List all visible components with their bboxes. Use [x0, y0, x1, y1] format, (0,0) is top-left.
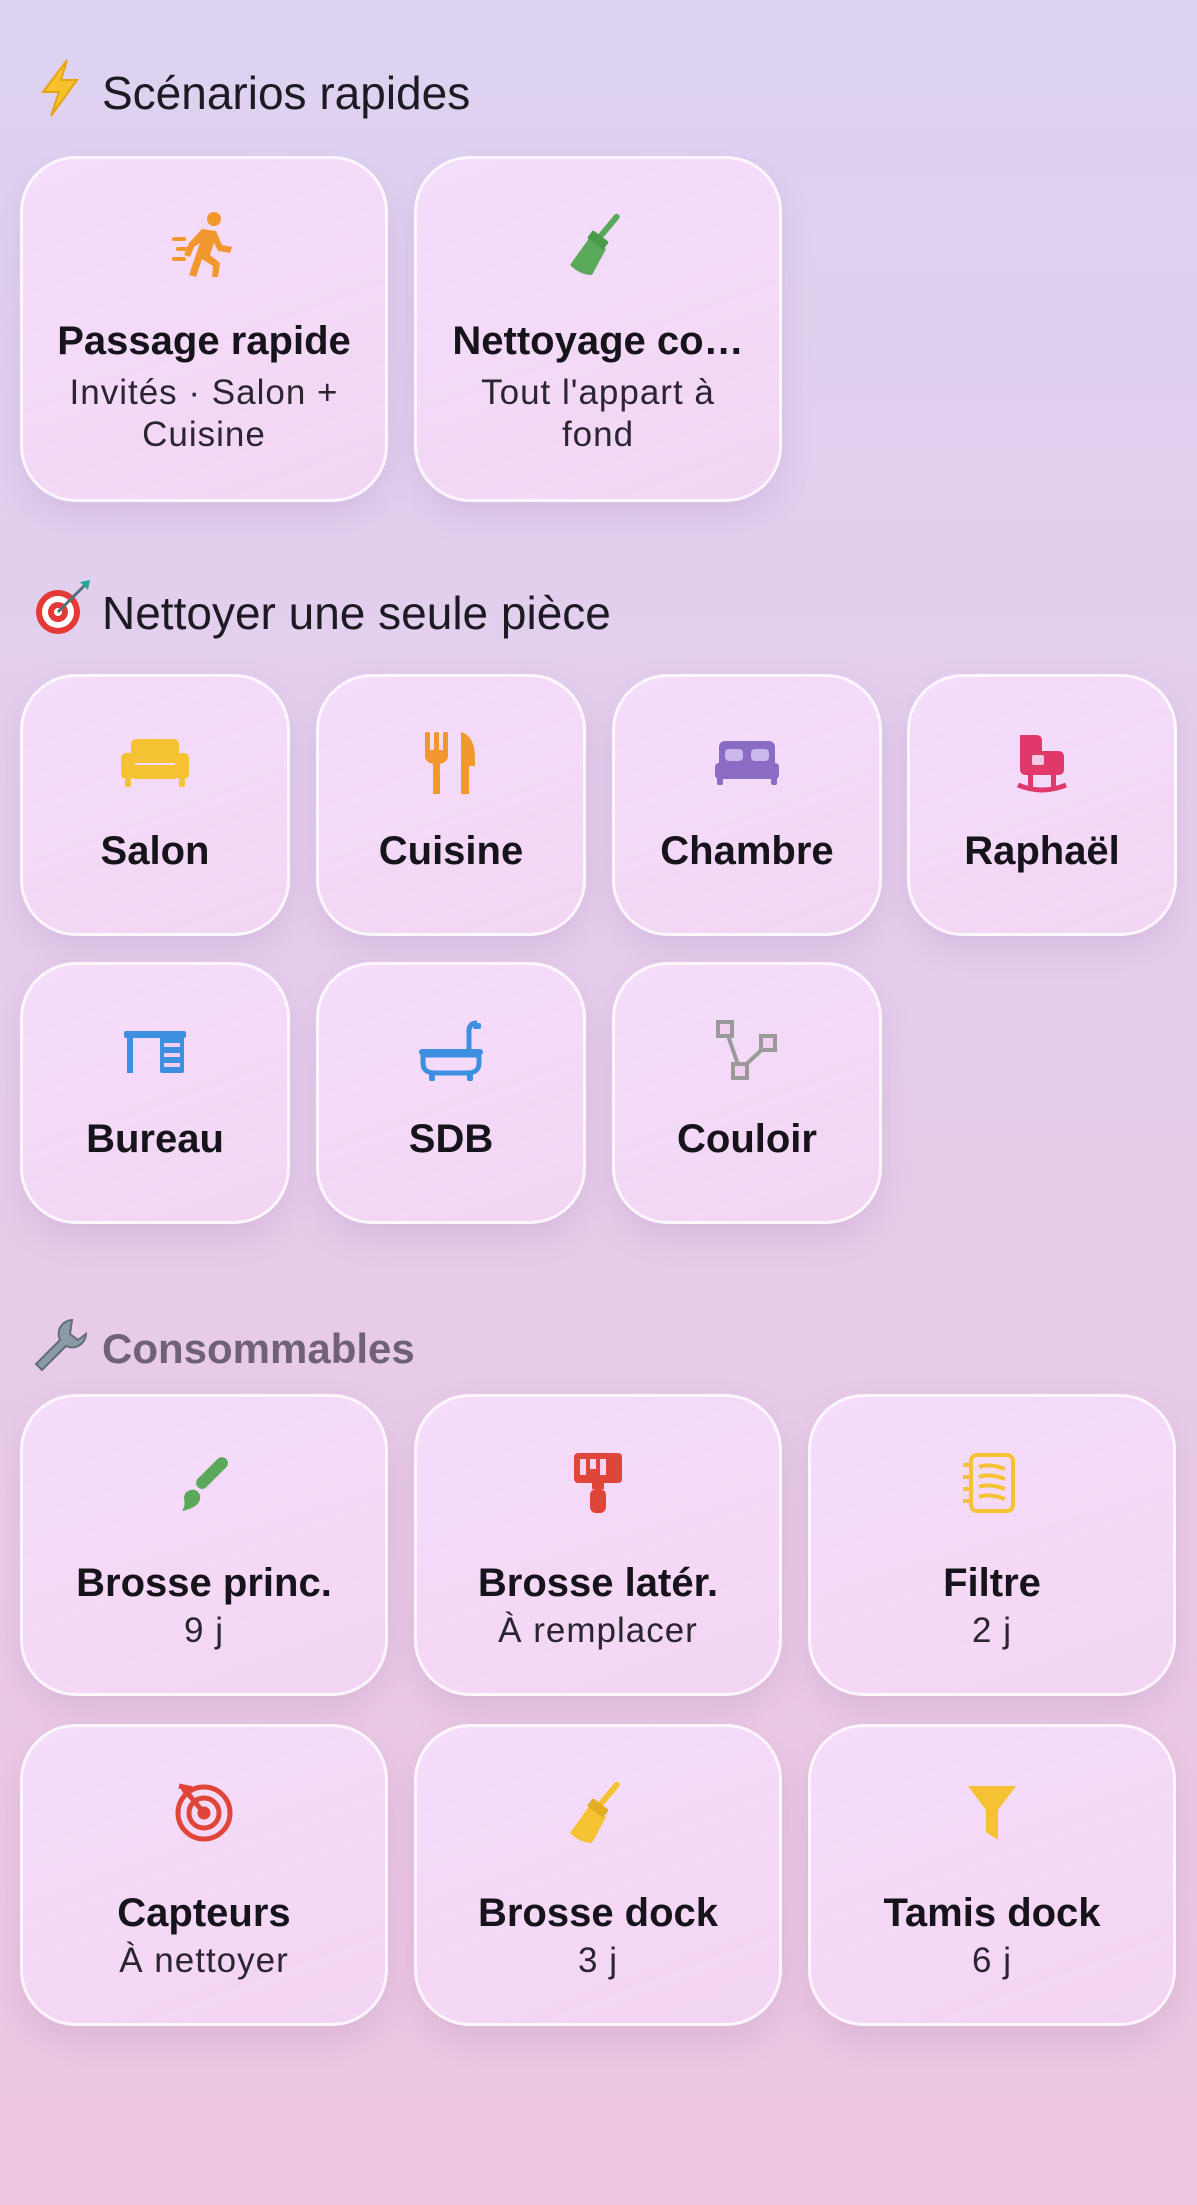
section-title-label: Nettoyer une seule pièce [102, 586, 611, 639]
broom-icon [566, 1777, 630, 1849]
scenario-card-nettoyage-complet[interactable]: Nettoyage co… Tout l'appart à fond [414, 156, 782, 502]
paint-roller-icon [572, 1447, 624, 1519]
bathtub-icon [419, 1015, 483, 1087]
consumable-status: 2 j [972, 1611, 1012, 1650]
room-title: Couloir [677, 1117, 817, 1161]
consumable-title: Capteurs [117, 1891, 291, 1935]
section-title-label: Scénarios rapides [102, 66, 471, 119]
fork-knife-icon [421, 727, 481, 799]
consumable-title: Tamis dock [883, 1891, 1101, 1935]
room-title: Cuisine [378, 829, 524, 873]
section-title-rooms: Nettoyer une seule pièce [32, 578, 611, 647]
room-card-salon[interactable]: Salon [20, 674, 290, 936]
consumable-card-brosse-laterale[interactable]: Brosse latér. À remplacer [414, 1394, 782, 1696]
section-title-label: Consommables [102, 1324, 415, 1372]
desk-icon [124, 1015, 186, 1087]
room-card-bureau[interactable]: Bureau [20, 962, 290, 1224]
brush-icon [174, 1447, 234, 1519]
baby-crib-icon [1014, 727, 1070, 799]
sofa-icon [121, 727, 189, 799]
room-title: Chambre [660, 829, 834, 873]
room-title: Raphaël [964, 829, 1120, 873]
room-card-couloir[interactable]: Couloir [612, 962, 882, 1224]
consumable-title: Filtre [943, 1561, 1041, 1605]
consumable-card-brosse-principale[interactable]: Brosse princ. 9 j [20, 1394, 388, 1696]
consumable-card-filtre[interactable]: Filtre 2 j [808, 1394, 1176, 1696]
radar-icon [173, 1777, 235, 1849]
room-card-raphael[interactable]: Raphaël [907, 674, 1177, 936]
room-card-sdb[interactable]: SDB [316, 962, 586, 1224]
bed-icon [715, 727, 779, 799]
section-title-consumables: Consommables [32, 1316, 415, 1381]
target-dart-icon [32, 578, 90, 647]
room-card-chambre[interactable]: Chambre [612, 674, 882, 936]
room-title: Salon [100, 829, 210, 873]
running-person-icon [172, 209, 236, 281]
scenario-card-passage-rapide[interactable]: Passage rapide Invités · Salon + Cuisine [20, 156, 388, 502]
consumable-status: À remplacer [498, 1611, 698, 1650]
wrench-icon [32, 1316, 88, 1381]
scenario-subtitle: Invités · Salon + Cuisine [69, 373, 339, 454]
consumable-card-capteurs[interactable]: Capteurs À nettoyer [20, 1724, 388, 2026]
consumable-status: 9 j [184, 1611, 224, 1650]
broom-icon [566, 209, 630, 281]
hallway-path-icon [716, 1015, 778, 1087]
consumable-status: À nettoyer [119, 1941, 289, 1980]
scenario-title: Passage rapide [57, 319, 351, 363]
consumable-card-tamis-dock[interactable]: Tamis dock 6 j [808, 1724, 1176, 2026]
filter-sheet-icon [961, 1447, 1023, 1519]
consumable-title: Brosse dock [477, 1891, 719, 1935]
consumable-title: Brosse latér. [477, 1561, 719, 1605]
consumable-card-brosse-dock[interactable]: Brosse dock 3 j [414, 1724, 782, 2026]
room-title: Bureau [86, 1117, 224, 1161]
consumable-status: 6 j [972, 1941, 1012, 1980]
funnel-icon [966, 1777, 1018, 1849]
room-title: SDB [408, 1117, 494, 1161]
scenario-title: Nettoyage co… [452, 319, 744, 363]
consumable-title: Brosse princ. [76, 1561, 332, 1605]
lightning-icon [32, 58, 88, 127]
room-card-cuisine[interactable]: Cuisine [316, 674, 586, 936]
section-title-scenarios: Scénarios rapides [32, 58, 470, 127]
consumable-status: 3 j [578, 1941, 618, 1980]
scenario-subtitle: Tout l'appart à fond [481, 373, 715, 454]
